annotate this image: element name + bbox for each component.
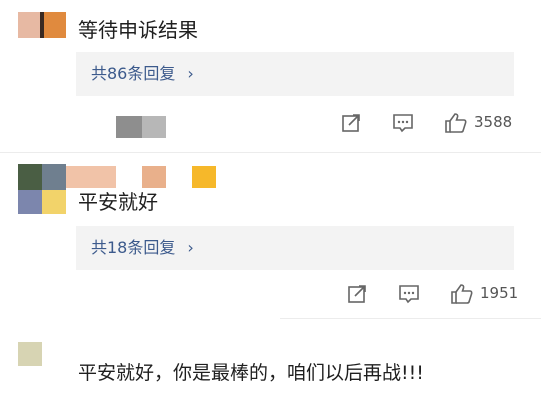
avatar[interactable] (18, 342, 42, 366)
comment-text: 平安就好，你是最棒的，咱们以后再战!!! (78, 362, 424, 384)
thumbs-up-icon[interactable] (444, 111, 468, 135)
avatar[interactable] (18, 164, 66, 214)
blurred-username (116, 116, 166, 138)
divider (0, 152, 541, 153)
chevron-right-icon: › (187, 238, 194, 257)
share-icon[interactable] (340, 112, 362, 134)
reply-count-label: 共86条回复 (91, 64, 176, 83)
reply-summary[interactable]: 共86条回复 › (76, 52, 514, 96)
comment-icon[interactable] (392, 112, 414, 134)
comment-text: 平安就好 (78, 190, 158, 214)
comment-icon[interactable] (398, 283, 420, 305)
thumbs-up-icon[interactable] (450, 282, 474, 306)
chevron-right-icon: › (187, 64, 194, 83)
reply-summary[interactable]: 共18条回复 › (76, 226, 514, 270)
divider (280, 318, 541, 319)
like-count: 1951 (480, 284, 519, 302)
avatar[interactable] (18, 12, 66, 38)
like-count: 3588 (474, 113, 513, 131)
blurred-username (66, 166, 220, 190)
reply-count-label: 共18条回复 (91, 238, 176, 257)
share-icon[interactable] (346, 283, 368, 305)
comment-text: 等待申诉结果 (78, 18, 198, 42)
